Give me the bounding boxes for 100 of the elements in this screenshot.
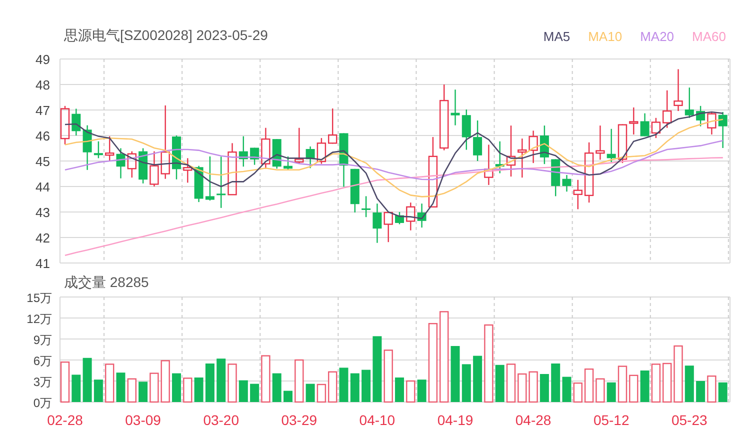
y-axis-label: 41 [36,256,50,271]
y-axis-label: 12万 [26,312,52,326]
x-axis-label: 03-29 [281,412,318,428]
candlestick [707,112,716,134]
volume-bar [94,380,103,402]
candlestick [462,110,471,150]
candlestick [316,138,326,164]
volume-bar [596,378,605,403]
volume-bar [183,378,192,403]
candlestick [540,126,549,164]
x-axis-label: 04-28 [515,412,552,428]
candlestick [228,143,237,196]
volume-bar [60,362,70,403]
candlestick [82,125,92,170]
candlestick [250,148,260,165]
y-axis-label: 49 [36,52,50,67]
candlestick [339,133,348,187]
candlestick [261,128,270,169]
candlestick [372,204,382,243]
volume-bar [228,364,237,403]
y-axis-label: 48 [36,78,50,92]
candlestick [350,168,360,212]
candlestick [72,108,81,136]
y-axis-label: 43 [36,205,50,220]
volume-bar [328,371,338,403]
volume-bar [684,366,694,402]
volume-bar [662,362,672,403]
volume-bar [395,378,404,402]
x-axis-label: 02-28 [47,412,83,428]
candlestick [606,128,616,162]
volume-bar [138,382,148,402]
volume-bar [372,336,382,402]
candlestick [150,151,159,186]
volume-bar [116,372,126,402]
volume-bar [272,373,282,402]
volume-bar [718,382,728,402]
volume-bar [105,364,114,403]
candlestick [294,128,304,164]
y-axis-label: 15万 [26,291,52,305]
candlestick [127,151,136,178]
volume-bar [150,372,159,403]
volume-bar [606,382,616,402]
candlestick [138,148,148,184]
volume-bar [473,356,482,402]
x-axis-label: 05-23 [672,412,708,428]
candlestick [328,108,338,144]
candlestick [618,124,628,164]
volume-bar [584,368,594,403]
candlestick [484,144,494,185]
volume-bar [640,370,650,402]
volume-bar [238,380,248,402]
volume-bar [205,364,214,402]
candlestick [562,175,572,192]
x-axis-label: 03-09 [125,412,161,428]
y-axis-label: 46 [36,128,50,144]
candlestick [384,212,393,242]
x-axis-label: 04-10 [359,412,396,428]
volume-bar [618,366,628,403]
candlestick [395,212,404,224]
volume-bar [250,384,260,402]
volume-bar [417,380,426,402]
legend-label: MA5 [543,28,570,46]
x-axis-label: 03-20 [203,412,239,428]
y-axis-label: 6万 [33,354,52,368]
candlestick [718,112,728,148]
volume-bar [284,390,292,402]
volume-bar [518,373,527,403]
legend-label: MA10 [588,28,622,46]
legend-label: MA20 [640,28,674,46]
candlestick [362,196,371,218]
candlestick [440,84,449,150]
volume-bar [551,364,560,402]
volume-bar [294,359,304,403]
volume-bar [362,370,371,402]
volume-bar [562,376,572,402]
candlestick [238,136,248,167]
volume-bar [72,374,81,402]
volume-bar [528,371,538,403]
candlestick [473,120,482,161]
candlestick [674,69,683,112]
candlestick [495,141,504,174]
volume-bar [629,374,638,403]
y-axis-label: 0万 [33,396,52,410]
candlestick [584,142,594,203]
volume-bar [573,382,582,403]
volume-bar [651,364,661,403]
x-axis-label: 05-12 [593,412,630,428]
y-axis-label: 9万 [33,333,52,347]
y-axis-label: 47 [36,103,50,118]
candlestick [428,137,438,208]
candlestick [94,141,103,158]
volume-bar [350,373,360,402]
x-axis-label: 04-19 [437,412,474,428]
volume-bar [540,374,549,402]
volume-bar [495,364,504,402]
volume-bar [707,376,716,403]
candlestick [116,148,126,178]
volume-bar [194,378,204,402]
volume-bar [306,384,315,402]
candlestick [518,138,527,178]
